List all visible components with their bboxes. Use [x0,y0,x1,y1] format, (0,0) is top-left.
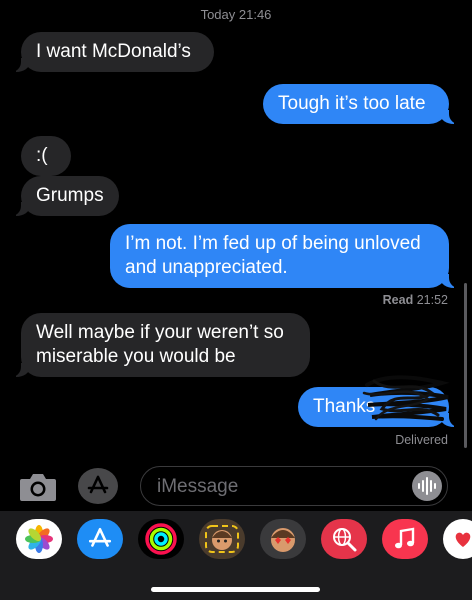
apps-button[interactable] [78,468,118,504]
heart-hand-icon [455,532,471,547]
globe-search-icon [333,528,357,552]
message-outgoing[interactable]: I’m not. I’m fed up of being unloved and… [110,224,459,288]
conversation-timestamp: Today 21:46 [200,7,272,22]
waveform-icon [418,477,436,495]
photos-icon [25,525,53,553]
memoji-hearts-icon [271,528,295,552]
app-drawer [0,511,472,600]
memoji-icon [205,525,239,553]
camera-icon [20,474,56,501]
redaction-scribble [362,375,450,421]
message-input[interactable] [155,473,409,501]
music-note-icon [395,527,415,549]
memoji-stickers-button[interactable] [260,519,306,559]
message-outgoing[interactable]: Tough it’s too late [263,84,459,124]
scrollbar[interactable] [464,283,467,448]
home-indicator[interactable] [151,587,320,592]
digital-touch-button[interactable] [443,519,472,559]
message-incoming[interactable]: I want McDonald’s [11,32,214,72]
app-store-icon [87,475,109,494]
app-store-button[interactable] [77,519,123,559]
activity-rings-icon [145,523,177,555]
memoji-button[interactable] [199,519,245,559]
audio-message-button[interactable] [412,471,442,501]
read-time: 21:52 [416,293,448,307]
images-search-button[interactable] [321,519,367,559]
message-input-field[interactable] [140,466,448,506]
music-button[interactable] [382,519,428,559]
activity-button[interactable] [138,519,184,559]
camera-button[interactable] [18,470,58,504]
read-receipt: Read 21:52 [383,293,448,307]
photos-app-button[interactable] [16,519,62,559]
message-incoming[interactable]: :( [21,136,71,176]
delivered-receipt: Delivered [395,433,448,447]
message-incoming[interactable]: Well maybe if your weren’t so miserable … [11,313,310,377]
app-store-icon [88,527,112,547]
message-incoming[interactable]: Grumps [11,176,119,216]
read-label: Read [382,293,414,307]
